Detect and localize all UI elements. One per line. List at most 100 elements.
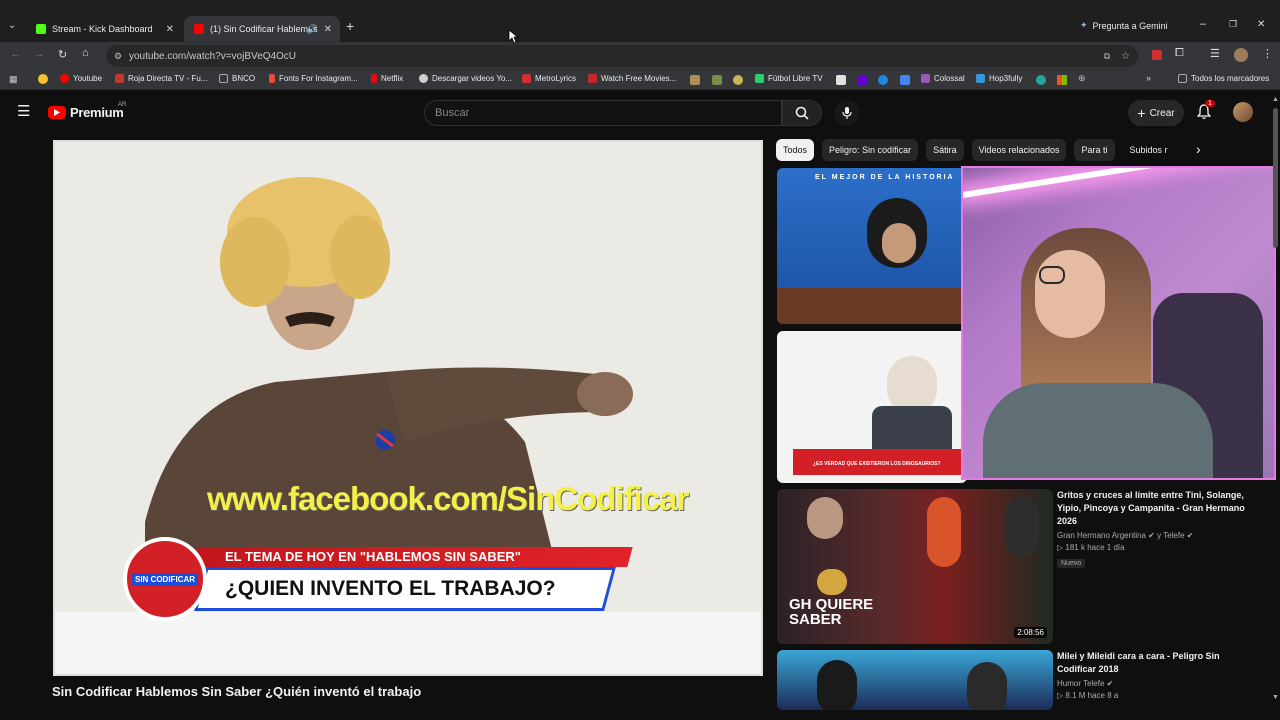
bookmark-label: Descargar videos Yo... — [432, 74, 513, 83]
audio-icon[interactable]: 🔊 — [307, 24, 318, 35]
thumbnail-figure — [967, 662, 1007, 710]
channel-line: Gran Hermano Argentina ✔ y Telefe ✔ — [1057, 531, 1257, 540]
all-bookmarks[interactable]: Todos los marcadores — [1178, 74, 1269, 83]
bookmark-label: MetroLyrics — [535, 74, 577, 83]
chip-satira[interactable]: Sátira — [926, 139, 964, 161]
bookmark-descargar[interactable]: Descargar videos Yo... — [419, 74, 512, 83]
bookmark-hop3fully[interactable]: Hop3fully — [976, 74, 1022, 83]
channel-extra[interactable]: y Telefe — [1157, 531, 1184, 540]
bookmark-metrolyrics[interactable]: MetroLyrics — [522, 74, 576, 83]
back-icon[interactable]: ← — [10, 48, 21, 60]
hamburger-menu-icon[interactable]: ☰ — [17, 102, 30, 120]
notification-count: 1 — [1205, 100, 1215, 107]
apps-icon[interactable]: ▦ — [9, 74, 18, 85]
bookmark-star-icon[interactable]: ☆ — [1121, 51, 1130, 62]
recommendation-thumbnail[interactable] — [777, 650, 1053, 710]
bookmark-youtube[interactable]: Youtube — [60, 74, 102, 83]
yahoo-icon[interactable] — [857, 75, 867, 85]
tab-label: (1) Sin Codificar Hablemos — [210, 24, 318, 34]
recommendation-title[interactable]: Gritos y cruces al límite entre Tini, So… — [1057, 489, 1257, 528]
banner-top-text: EL TEMA DE HOY EN "HABLEMOS SIN SABER" — [225, 549, 521, 564]
account-avatar[interactable] — [1233, 102, 1253, 122]
bookmark-misc-icon[interactable] — [690, 75, 700, 85]
media-icon[interactable]: ☰ — [1210, 47, 1220, 60]
play-icon: ▷ — [1057, 691, 1064, 700]
chip-para-ti[interactable]: Para ti — [1074, 139, 1115, 161]
chips-next-icon[interactable]: › — [1196, 141, 1201, 157]
bookmark-futbol-libre[interactable]: Fútbol Libre TV — [755, 74, 823, 83]
minimize-icon[interactable]: – — [1200, 18, 1206, 30]
video-duration: 2:08:56 — [1014, 627, 1047, 638]
window-close-icon[interactable]: ✕ — [1257, 19, 1265, 30]
close-icon[interactable]: ✕ — [324, 24, 332, 35]
mouse-cursor-icon — [508, 29, 518, 44]
scroll-up-icon[interactable]: ▲ — [1272, 96, 1279, 103]
thumbnail-figure — [882, 223, 916, 263]
verified-icon: ✔ — [1186, 531, 1194, 540]
person-glasses — [1039, 266, 1065, 284]
movies-icon — [588, 74, 597, 83]
address-bar[interactable]: ⚙ youtube.com/watch?v=vojBVeQ4OcU ⧉ ☆ — [106, 45, 1138, 67]
globe-icon[interactable]: ⊕ — [1078, 73, 1086, 84]
download-icon — [419, 74, 428, 83]
bookmark-watch-free[interactable]: Watch Free Movies... — [588, 74, 676, 83]
bookmark-bnco[interactable]: BNCO — [219, 74, 255, 83]
voice-search-button[interactable] — [834, 100, 860, 126]
youtube-logo[interactable]: Premium AR — [48, 102, 126, 120]
notifications-button[interactable]: 1 — [1196, 100, 1215, 125]
bookmark-misc-icon[interactable] — [1036, 75, 1046, 85]
tab-search-icon[interactable]: ⌄ — [8, 20, 16, 31]
channel-name[interactable]: Humor Telefe — [1057, 679, 1104, 688]
reload-icon[interactable]: ↻ — [58, 48, 67, 61]
chip-subidos[interactable]: Subidos r — [1123, 139, 1175, 161]
upload-age: hace 1 día — [1087, 543, 1125, 552]
create-button[interactable]: + Crear — [1128, 100, 1184, 126]
page-scrollbar[interactable]: ▲ ▼ — [1270, 96, 1280, 708]
microsoft-icon[interactable] — [1057, 75, 1067, 85]
bookmark-fonts[interactable]: Fonts For Instagram... — [269, 74, 358, 83]
recommendation-meta: Milei y Mileidi cara a cara - Peligro Si… — [1057, 650, 1257, 700]
bookmark-misc-icon[interactable] — [878, 75, 888, 85]
recommendation-thumbnail[interactable]: GH QUIERE SABER 2:08:56 — [777, 489, 1053, 644]
chip-todos[interactable]: Todos — [776, 139, 815, 161]
forward-icon[interactable]: → — [34, 48, 45, 60]
home-icon[interactable]: ⌂ — [82, 47, 89, 59]
youtube-logo-icon — [48, 106, 66, 119]
install-icon[interactable]: ⧉ — [1104, 51, 1110, 62]
extension-red-icon[interactable] — [1152, 50, 1162, 60]
bookmark-misc-icon[interactable] — [900, 75, 910, 85]
search-button[interactable] — [782, 100, 822, 126]
bookmark-roja-directa[interactable]: Roja Directa TV - Fu... — [115, 74, 207, 83]
close-icon[interactable]: ✕ — [166, 24, 174, 35]
recommendation-thumbnail[interactable]: EL MEJOR DE LA HISTORIA — [777, 168, 967, 324]
bookmark-misc-icon[interactable] — [733, 75, 743, 85]
chip-videos-relacionados[interactable]: Videos relacionados — [971, 139, 1067, 161]
scroll-down-icon[interactable]: ▼ — [1272, 694, 1279, 701]
new-tab-icon[interactable]: + — [346, 18, 354, 34]
scrollbar-thumb[interactable] — [1273, 108, 1278, 248]
bookmark-netflix[interactable]: Netflix — [371, 74, 403, 83]
more-bookmarks-icon[interactable]: » — [1146, 73, 1151, 83]
bookmark-misc-icon[interactable] — [836, 75, 846, 85]
restore-icon[interactable]: ❐ — [1229, 19, 1237, 30]
kick-icon — [36, 24, 46, 34]
bookmark-colossal[interactable]: Colossal — [921, 74, 965, 83]
recommendation-thumbnail[interactable]: ¿ES VERDAD QUE EXISTIERON LOS DINOSAURIO… — [777, 331, 967, 483]
search-input[interactable]: Buscar — [424, 100, 782, 126]
tab-youtube-video[interactable]: (1) Sin Codificar Hablemos 🔊 ✕ — [184, 16, 340, 42]
recommendation-title[interactable]: Milei y Mileidi cara a cara - Peligro Si… — [1057, 650, 1257, 676]
channel-line: Humor Telefe ✔ — [1057, 679, 1257, 688]
bookmark-misc-icon[interactable] — [712, 75, 722, 85]
menu-icon[interactable]: ⋮ — [1262, 47, 1273, 60]
bookmark-label: Fonts For Instagram... — [279, 74, 358, 83]
emoji-bookmark-icon[interactable] — [38, 74, 48, 84]
video-player[interactable]: www.facebook.com/SinCodificar EL TEMA DE… — [53, 140, 763, 676]
gemini-button[interactable]: ✦ Pregunta a Gemini — [1080, 20, 1168, 31]
extensions-icon[interactable]: ⧠ — [1175, 47, 1184, 60]
chip-peligro[interactable]: Peligro: Sin codificar — [822, 139, 919, 161]
create-label: Crear — [1149, 107, 1175, 119]
tab-kick-dashboard[interactable]: Stream - Kick Dashboard ✕ — [26, 16, 182, 42]
profile-avatar[interactable] — [1234, 48, 1248, 62]
site-info-icon[interactable]: ⚙ — [114, 51, 122, 62]
channel-name[interactable]: Gran Hermano Argentina — [1057, 531, 1146, 540]
